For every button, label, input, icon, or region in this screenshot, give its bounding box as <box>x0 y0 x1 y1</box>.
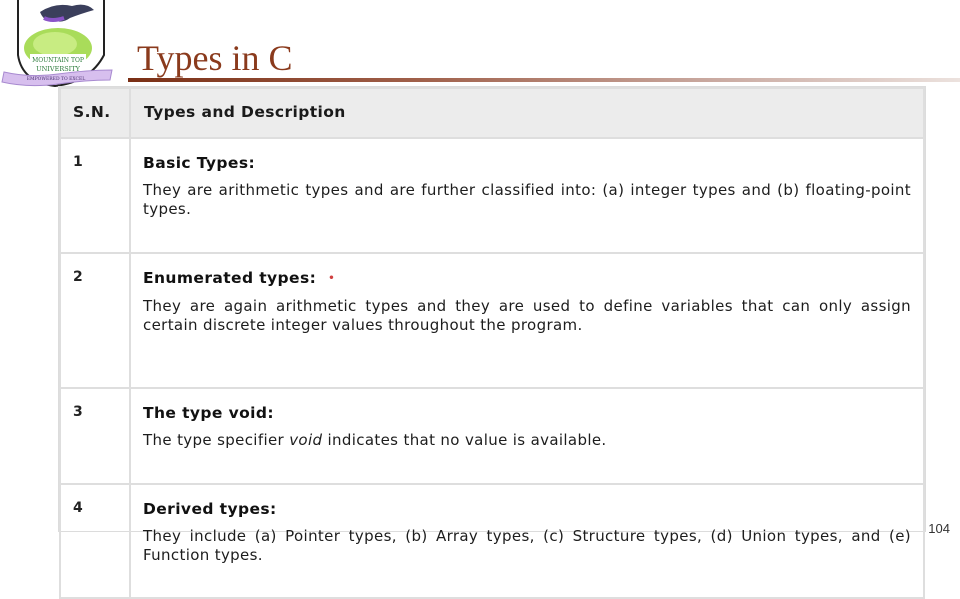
row-title-wrap: Enumerated types: • <box>143 268 911 289</box>
description-text: indicates that no value is available. <box>322 431 607 449</box>
row-title: Derived types: <box>143 500 277 518</box>
row-sn: 1 <box>59 137 131 254</box>
slide-title: Types in C <box>137 38 293 78</box>
row-title: Enumerated types: <box>143 269 317 287</box>
row-description: They are arithmetic types and are furthe… <box>143 181 911 218</box>
row-sn: 3 <box>59 387 131 485</box>
row-content: The type void: The type specifier void i… <box>129 387 925 485</box>
row-sn: 2 <box>59 252 131 389</box>
logo-motto: EMPOWERED TO EXCEL <box>27 76 85 82</box>
table-row: 3 The type void: The type specifier void… <box>59 387 925 485</box>
types-table: S.N. Types and Description 1 Basic Types… <box>58 86 926 599</box>
table-row: 4 Derived types: They include (a) Pointe… <box>59 483 925 599</box>
header-description: Types and Description <box>129 87 925 139</box>
eagle-crest-logo-icon: MOUNTAIN TOP UNIVERSITY EMPOWERED TO EXC… <box>1 0 113 88</box>
row-content: Enumerated types: • They are again arithm… <box>129 252 925 389</box>
table-row: 1 Basic Types: They are arithmetic types… <box>59 137 925 254</box>
row-description: They are again arithmetic types and they… <box>143 296 911 334</box>
bullet-marker-icon: • <box>328 272 335 284</box>
university-logo: MOUNTAIN TOP UNIVERSITY EMPOWERED TO EXC… <box>0 0 140 90</box>
row-sn: 4 <box>59 483 131 599</box>
title-underline <box>128 78 960 82</box>
table-header-row: S.N. Types and Description <box>59 87 925 139</box>
row-description: The type specifier void indicates that n… <box>143 431 911 450</box>
row-title: The type void: <box>143 404 274 422</box>
table-row: 2 Enumerated types: • They are again arit… <box>59 252 925 389</box>
logo-text-line1: MOUNTAIN TOP <box>32 57 84 64</box>
page-number: 104 <box>928 521 950 536</box>
row-description: They include (a) Pointer types, (b) Arra… <box>143 527 911 564</box>
header-sn: S.N. <box>59 87 131 139</box>
row-content: Derived types: They include (a) Pointer … <box>129 483 925 599</box>
void-keyword: void <box>289 431 323 449</box>
row-title: Basic Types: <box>143 154 256 172</box>
description-text: The type specifier <box>143 431 290 449</box>
row-content: Basic Types: They are arithmetic types a… <box>129 137 925 254</box>
